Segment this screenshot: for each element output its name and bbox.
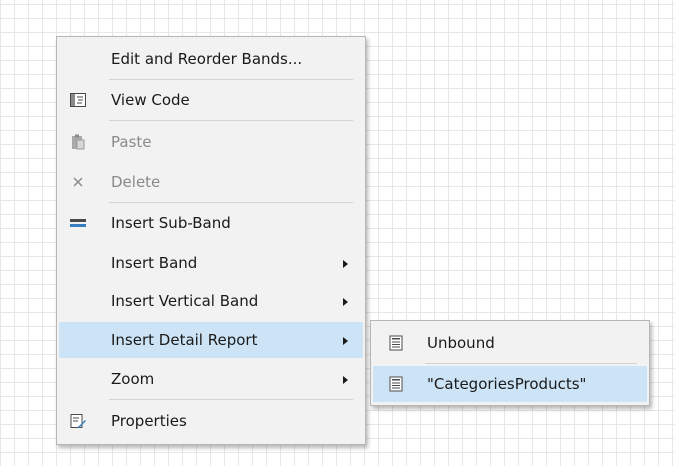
menu-separator [425,363,637,364]
submenu-arrow-icon [343,337,348,345]
sub-band-icon [69,214,87,232]
menu-separator [109,202,353,203]
menu-item-delete[interactable]: Delete [59,164,363,200]
report-document-icon [387,375,405,393]
menu-item-label: Paste [111,133,152,151]
menu-item-label: Insert Sub-Band [111,214,231,232]
submenu-item-unbound[interactable]: Unbound [373,325,647,361]
menu-separator [109,399,353,400]
menu-item-insert-sub-band[interactable]: Insert Sub-Band [59,205,363,241]
context-menu: Edit and Reorder Bands... View Code Past… [56,36,366,445]
code-view-icon [69,91,87,109]
menu-item-insert-detail-report[interactable]: Insert Detail Report [59,322,363,358]
submenu-item-label: "CategoriesProducts" [427,375,587,393]
menu-item-label: Insert Band [111,254,198,272]
menu-item-label: Insert Detail Report [111,331,258,349]
menu-item-label: Delete [111,173,161,191]
menu-separator [109,79,353,80]
menu-item-insert-vertical-band[interactable]: Insert Vertical Band [59,283,363,319]
menu-item-label: Zoom [111,370,155,388]
menu-item-label: Properties [111,412,187,430]
report-document-icon [387,334,405,352]
clipboard-paste-icon [69,133,87,151]
menu-item-view-code[interactable]: View Code [59,82,363,118]
properties-icon [69,412,87,430]
submenu-item-categories-products[interactable]: "CategoriesProducts" [373,366,647,402]
menu-item-label: View Code [111,91,190,109]
menu-item-label: Edit and Reorder Bands... [111,50,303,68]
menu-item-paste[interactable]: Paste [59,124,363,160]
detail-report-submenu: Unbound "CategoriesProducts" [370,320,650,406]
delete-x-icon [69,173,87,191]
submenu-item-label: Unbound [427,334,495,352]
menu-item-zoom[interactable]: Zoom [59,361,363,397]
submenu-arrow-icon [343,298,348,306]
menu-item-properties[interactable]: Properties [59,403,363,439]
menu-item-insert-band[interactable]: Insert Band [59,245,363,281]
menu-item-edit-reorder-bands[interactable]: Edit and Reorder Bands... [59,41,363,77]
submenu-arrow-icon [343,260,348,268]
menu-separator [109,120,353,121]
menu-item-label: Insert Vertical Band [111,292,259,310]
submenu-arrow-icon [343,376,348,384]
